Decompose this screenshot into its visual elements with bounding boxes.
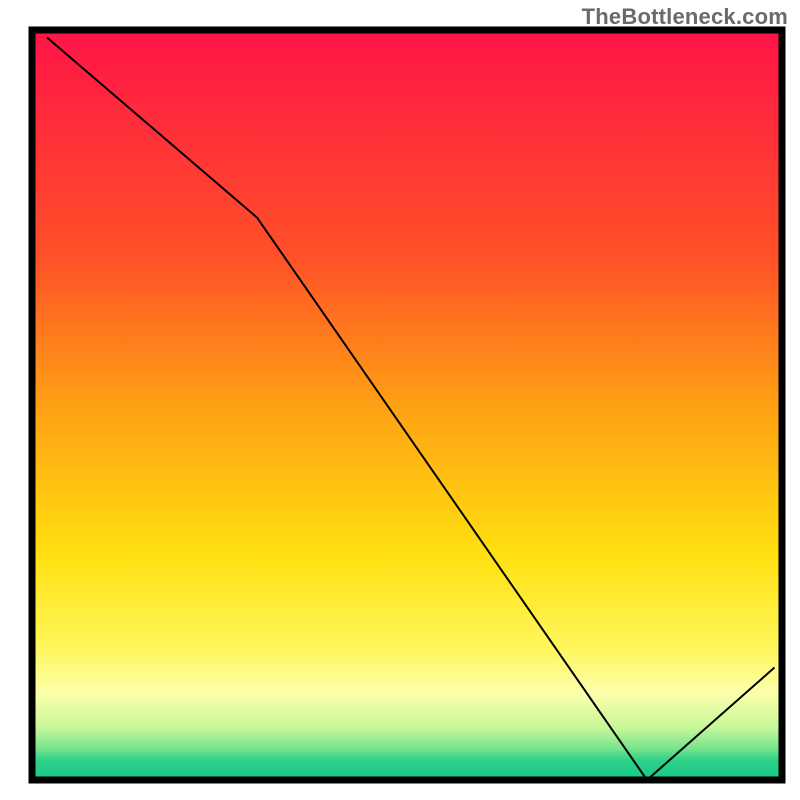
bottleneck-chart	[0, 0, 800, 800]
chart-container: TheBottleneck.com	[0, 0, 800, 800]
plot-gradient-background	[32, 30, 782, 780]
